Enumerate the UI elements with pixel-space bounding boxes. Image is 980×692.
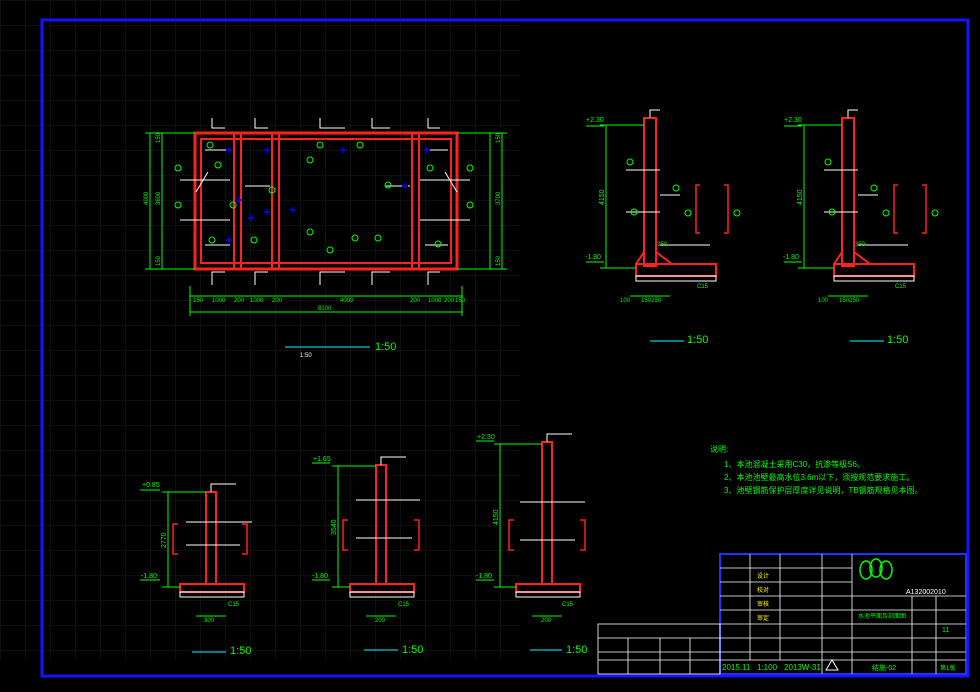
titleblock-drawing-no: 结施-02 <box>872 663 896 672</box>
section-base-dim-3: 250 <box>651 298 662 304</box>
note-item-3: 3、池壁钢筋保护层厚度详见说明，TB钢筋规格见本图。 <box>724 485 923 495</box>
section-base <box>635 251 717 277</box>
section-wall <box>541 441 553 585</box>
section-height: 4150 <box>797 189 804 205</box>
section-bottom-level: -1.80 <box>783 254 799 261</box>
plan-height-left-inner: 3600 <box>156 191 162 205</box>
section-bottom-level: -1.80 <box>476 573 492 580</box>
label-checked: 校对 <box>757 586 769 594</box>
section-c15: C15 <box>895 284 907 290</box>
plan-dim-left-small-bottom: 150 <box>156 255 162 266</box>
plan-dim-bottom-7: 200 <box>410 298 421 304</box>
titleblock-scale: 1:100 <box>757 663 778 672</box>
note-item-1: 1、本池混凝土采用C30，抗渗等级S6。 <box>724 459 865 469</box>
section-top-level: +2.30 <box>477 434 495 441</box>
section-c15: C15 <box>398 602 410 608</box>
label-reviewed: 审核 <box>757 600 769 608</box>
label-designed: 设计 <box>757 572 769 580</box>
section-base <box>515 583 581 593</box>
section-height: 2770 <box>161 532 168 548</box>
label-approved: 审定 <box>757 614 769 622</box>
section-c15: C15 <box>562 602 574 608</box>
revision-table <box>597 623 721 675</box>
note-item-2: 2、本池池壁最高水位3.6m以下，须按规范要求施工。 <box>724 472 914 482</box>
section-c15: C15 <box>228 602 240 608</box>
title-block-frame <box>719 553 967 675</box>
titleblock-revision: 第1版 <box>940 664 955 672</box>
section-dim-350: 350 <box>657 242 668 248</box>
section-base-dim-3: 250 <box>849 298 860 304</box>
section-top-level: +2.30 <box>784 117 802 124</box>
titleblock-date: 2015.11 <box>722 663 751 672</box>
titleblock-project-no: 2013W-31 <box>784 663 821 672</box>
title-block: 设计 校对 审核 审定 A132002010 水池平面及剖面图 11 2015.… <box>597 553 967 675</box>
section-bottom-level: -1.80 <box>585 254 601 261</box>
plan-dim-bottom-2: 1000 <box>212 298 226 304</box>
section-scale: 1:50 <box>402 644 423 656</box>
section-c15: C15 <box>697 284 709 290</box>
titleblock-sheet: 11 <box>942 627 949 634</box>
section-top-left: +2.30 -1.80 4150 100 150 250 C15 350 1:5… <box>585 109 741 346</box>
section-base-dim-1: 100 <box>620 298 631 304</box>
plan-height-left: 4000 <box>144 191 150 205</box>
plan-dim-bottom-10: 150 <box>455 298 466 304</box>
plan-total-width: 8100 <box>318 306 332 312</box>
section-scale: 1:50 <box>566 644 587 656</box>
section-base-width: 200 <box>541 618 552 624</box>
plan-dim-bottom-9: 200 <box>444 298 455 304</box>
section-top-level: +2.30 <box>586 117 604 124</box>
plan-dim-bottom-1: 150 <box>193 298 204 304</box>
section-base-width: 200 <box>375 618 386 624</box>
section-wall <box>841 117 855 267</box>
plan-dim-right-small-bottom: 150 <box>496 255 502 266</box>
plan-scale: 1:50 <box>375 341 396 353</box>
plan-height-right: 3700 <box>496 191 502 205</box>
section-height: 4150 <box>493 509 500 525</box>
section-wall <box>643 117 657 267</box>
plan-dim-bottom-8: 1000 <box>428 298 442 304</box>
plan-dim-bottom-6: 4000 <box>340 298 354 304</box>
warning-triangle-icon <box>825 659 839 671</box>
plan-dim-bottom-5: 200 <box>272 298 283 304</box>
section-base <box>833 251 915 277</box>
notes-block: 说明: 1、本池混凝土采用C30，抗渗等级S6。 2、本池池壁最高水位3.6m以… <box>710 444 923 495</box>
section-scale: 1:50 <box>687 334 708 346</box>
section-bottom-level: -1.80 <box>141 573 157 580</box>
company-logo <box>859 558 893 580</box>
background-grid <box>0 0 520 660</box>
titleblock-sheet-note: 水池平面及剖面图 <box>858 612 906 620</box>
cad-drawing-canvas: 150 1000 200 1000 200 4000 200 1000 200 … <box>0 0 970 678</box>
plan-dim-bottom-4: 1000 <box>250 298 264 304</box>
plan-dim-right-small-top: 150 <box>496 132 502 143</box>
section-base-dim-1: 100 <box>818 298 829 304</box>
section-scale: 1:50 <box>230 645 251 657</box>
section-base-width: 300 <box>204 618 215 624</box>
plan-dim-bottom-3: 200 <box>234 298 245 304</box>
section-height: 3540 <box>331 519 338 535</box>
plan-caption: 1:50 <box>300 353 312 359</box>
plan-dim-left-small-top: 150 <box>156 132 162 143</box>
notes-heading: 说明: <box>710 444 728 454</box>
section-height: 4150 <box>599 189 606 205</box>
section-top-right: +2.30 -1.80 4150 100 150 250 C15 350 1:5… <box>783 109 939 346</box>
section-top-level: +0.85 <box>142 482 160 489</box>
section-dim-350: 350 <box>855 242 866 248</box>
section-scale: 1:50 <box>887 334 908 346</box>
section-bottom-level: -1.80 <box>312 573 328 580</box>
section-top-level: +1.65 <box>313 456 331 463</box>
titleblock-id-code: A132002010 <box>906 589 946 596</box>
